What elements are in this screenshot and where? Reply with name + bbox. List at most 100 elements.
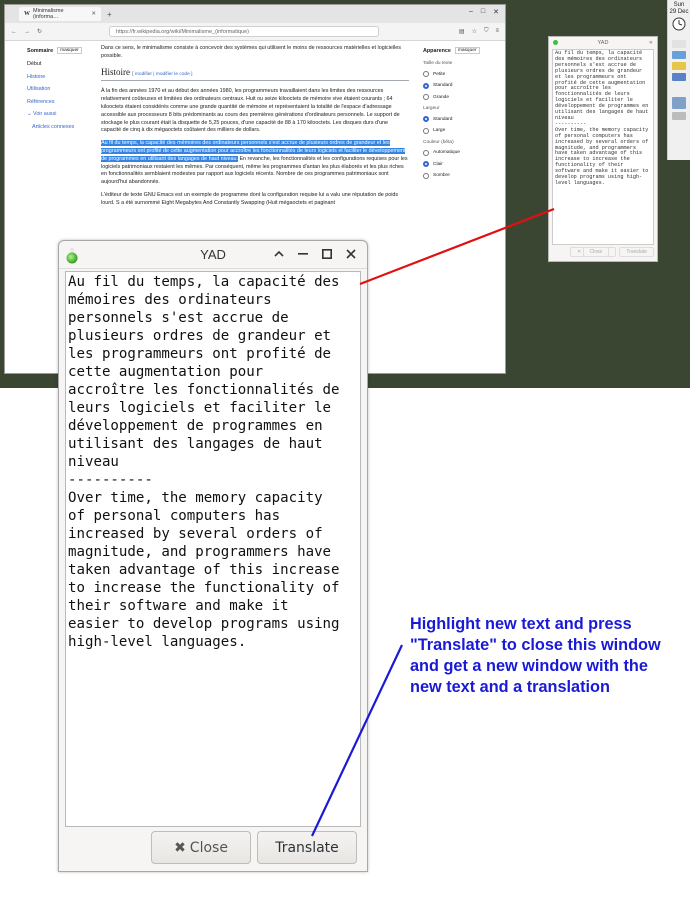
- yad-logo-icon: [66, 248, 78, 264]
- browser-window-controls: – □ ✕: [469, 8, 499, 16]
- article-paragraph-2: Au fil du temps, la capacité des mémoire…: [101, 140, 408, 186]
- radio-button-icon[interactable]: [423, 149, 429, 156]
- mini-yad-logo-icon: [553, 40, 558, 45]
- shield-icon[interactable]: ⛉: [484, 28, 489, 35]
- menu-icon[interactable]: ≡: [495, 28, 499, 35]
- browser-tab[interactable]: W Minimalisme (informa… ✕: [19, 7, 101, 21]
- tab-title: Minimalisme (informa…: [33, 8, 64, 20]
- toc-title: Sommaire: [27, 47, 54, 54]
- browser-toolbar: ← → ↻ https://fr.wikipedia.org/wiki/Mini…: [5, 23, 505, 41]
- appearance-option[interactable]: Automatique: [423, 149, 497, 156]
- panel-clock[interactable]: Sun 29 Dec: [668, 0, 690, 16]
- browser-maximize-icon[interactable]: □: [481, 8, 485, 16]
- mini-yad-buttons: ✕ Close Translate: [549, 245, 657, 259]
- radio-button-icon[interactable]: [423, 82, 429, 89]
- clock-icon[interactable]: [668, 16, 690, 32]
- back-icon[interactable]: ←: [11, 29, 17, 35]
- yad-window-controls: [273, 247, 357, 261]
- yad-titlebar[interactable]: YAD: [59, 241, 367, 269]
- close-button-label: Close: [189, 839, 228, 856]
- panel-app-icon[interactable]: [672, 62, 686, 70]
- panel-app-icon[interactable]: [672, 40, 686, 48]
- appearance-group-label: Couleur (bêta): [423, 139, 454, 145]
- edit-section-links[interactable]: [ modifier | modifier le code ]: [132, 72, 192, 77]
- appearance-option-label: Standard: [433, 83, 453, 88]
- article-paragraph-3: L'éditeur de texte GNU Emacs est un exem…: [101, 191, 399, 206]
- close-button[interactable]: ✖ Close: [151, 831, 251, 864]
- toc-item-articles-connexes[interactable]: Articles connexes: [27, 124, 95, 130]
- yad-button-row: ✖ Close Translate: [151, 831, 357, 864]
- appearance-option-label: Large: [433, 128, 446, 133]
- radio-button-icon[interactable]: [423, 116, 429, 122]
- appearance-option-label: Petite: [433, 71, 446, 77]
- close-icon[interactable]: [345, 247, 357, 261]
- yad-window: YAD Au fil du temps, la capacité des mém…: [58, 240, 368, 872]
- section-heading: Histoire [ modifier | modifier le code ]: [101, 67, 409, 82]
- translate-button[interactable]: Translate: [257, 831, 357, 864]
- appearance-option[interactable]: Large: [423, 127, 497, 134]
- radio-button-icon[interactable]: [423, 161, 429, 167]
- reader-view-icon[interactable]: ▤: [459, 28, 465, 35]
- tab-close-icon[interactable]: ✕: [91, 11, 96, 17]
- mini-yad-close-icon[interactable]: ✕: [649, 40, 653, 46]
- appearance-panel: Apparence masquer Taille du texte Petite S…: [423, 47, 497, 184]
- toc-item-histoire[interactable]: Histoire: [27, 74, 95, 80]
- new-tab-icon[interactable]: +: [107, 10, 112, 19]
- appearance-option[interactable]: Sombre: [423, 172, 497, 179]
- mini-yad-textarea[interactable]: Au fil du temps, la capacité des mémoire…: [552, 49, 654, 245]
- appearance-option[interactable]: Petite: [423, 71, 497, 77]
- maximize-icon[interactable]: [321, 247, 333, 261]
- toc-item-debut[interactable]: Début: [27, 61, 95, 67]
- radio-button-icon[interactable]: [423, 94, 429, 100]
- appearance-option[interactable]: Clair: [423, 161, 497, 167]
- panel-printer-icon[interactable]: [672, 112, 686, 120]
- browser-minimize-icon[interactable]: –: [469, 8, 473, 16]
- chevron-up-icon[interactable]: [273, 247, 285, 261]
- article-paragraph-1: À la fin des années 1970 et au début des…: [101, 88, 400, 134]
- appearance-option-label: Sombre: [433, 173, 450, 178]
- panel-monitor-icon[interactable]: [672, 97, 686, 109]
- forward-icon[interactable]: →: [24, 29, 30, 35]
- toc-item-utilisation[interactable]: Utilisation: [27, 86, 95, 92]
- mini-yad-window: YAD ✕ Au fil du temps, la capacité des m…: [548, 36, 658, 262]
- appearance-title: Apparence: [423, 47, 451, 54]
- screenshot-stage: W Minimalisme (informa… ✕ + – □ ✕ ← → ↻ …: [0, 0, 690, 900]
- radio-button-icon[interactable]: [423, 127, 429, 134]
- yad-textarea[interactable]: Au fil du temps, la capacité des mémoire…: [65, 271, 361, 827]
- wikipedia-favicon-icon: W: [24, 11, 30, 17]
- browser-close-icon[interactable]: ✕: [493, 8, 499, 16]
- url-bar[interactable]: https://fr.wikipedia.org/wiki/Minimalism…: [109, 26, 380, 37]
- appearance-option-label: Standard: [433, 116, 453, 122]
- desktop-side-panel: Sun 29 Dec: [667, 0, 690, 160]
- appearance-option[interactable]: Grande: [423, 94, 497, 100]
- mini-close-button[interactable]: ✕ Close: [569, 247, 617, 257]
- appearance-option-label: Clair: [433, 161, 443, 167]
- bookmark-star-icon[interactable]: ☆: [472, 28, 477, 35]
- panel-app-icon[interactable]: [672, 73, 686, 81]
- mini-yad-title: YAD: [597, 40, 609, 46]
- toc-item-voir-aussi[interactable]: ⌄ Voir aussi: [27, 111, 95, 117]
- article-intro: Dans ce sens, le minimalisme consiste à …: [101, 45, 401, 59]
- appearance-hide-button[interactable]: masquer: [454, 47, 480, 54]
- appearance-option-label: Automatique: [433, 150, 460, 155]
- appearance-group-label: Largeur: [423, 106, 440, 111]
- annotation-text: Highlight new text and press "Translate"…: [410, 615, 661, 696]
- radio-button-icon[interactable]: [423, 71, 429, 77]
- appearance-options: Taille du texte Petite Standard Grande Large…: [423, 61, 497, 179]
- article-body: Dans ce sens, le minimalisme consiste à …: [101, 45, 409, 213]
- appearance-group-label: Taille du texte: [423, 61, 453, 66]
- mini-translate-button[interactable]: Translate: [619, 247, 654, 257]
- reload-icon[interactable]: ↻: [37, 28, 42, 35]
- table-of-contents: Sommaire masquer Début Histoire Utilisat…: [27, 47, 95, 136]
- radio-button-icon[interactable]: [423, 172, 429, 179]
- translate-button-label: Translate: [275, 839, 339, 856]
- panel-app-icon[interactable]: [672, 51, 686, 59]
- toc-hide-button[interactable]: masquer: [57, 47, 82, 54]
- close-x-icon: ✖: [174, 839, 186, 856]
- appearance-option[interactable]: Standard: [423, 116, 497, 122]
- toc-item-references[interactable]: Références: [27, 99, 95, 105]
- minimize-icon[interactable]: [297, 247, 309, 261]
- browser-tab-bar: W Minimalisme (informa… ✕ + – □ ✕: [5, 5, 505, 23]
- appearance-option[interactable]: Standard: [423, 82, 497, 89]
- appearance-option-label: Grande: [433, 94, 449, 100]
